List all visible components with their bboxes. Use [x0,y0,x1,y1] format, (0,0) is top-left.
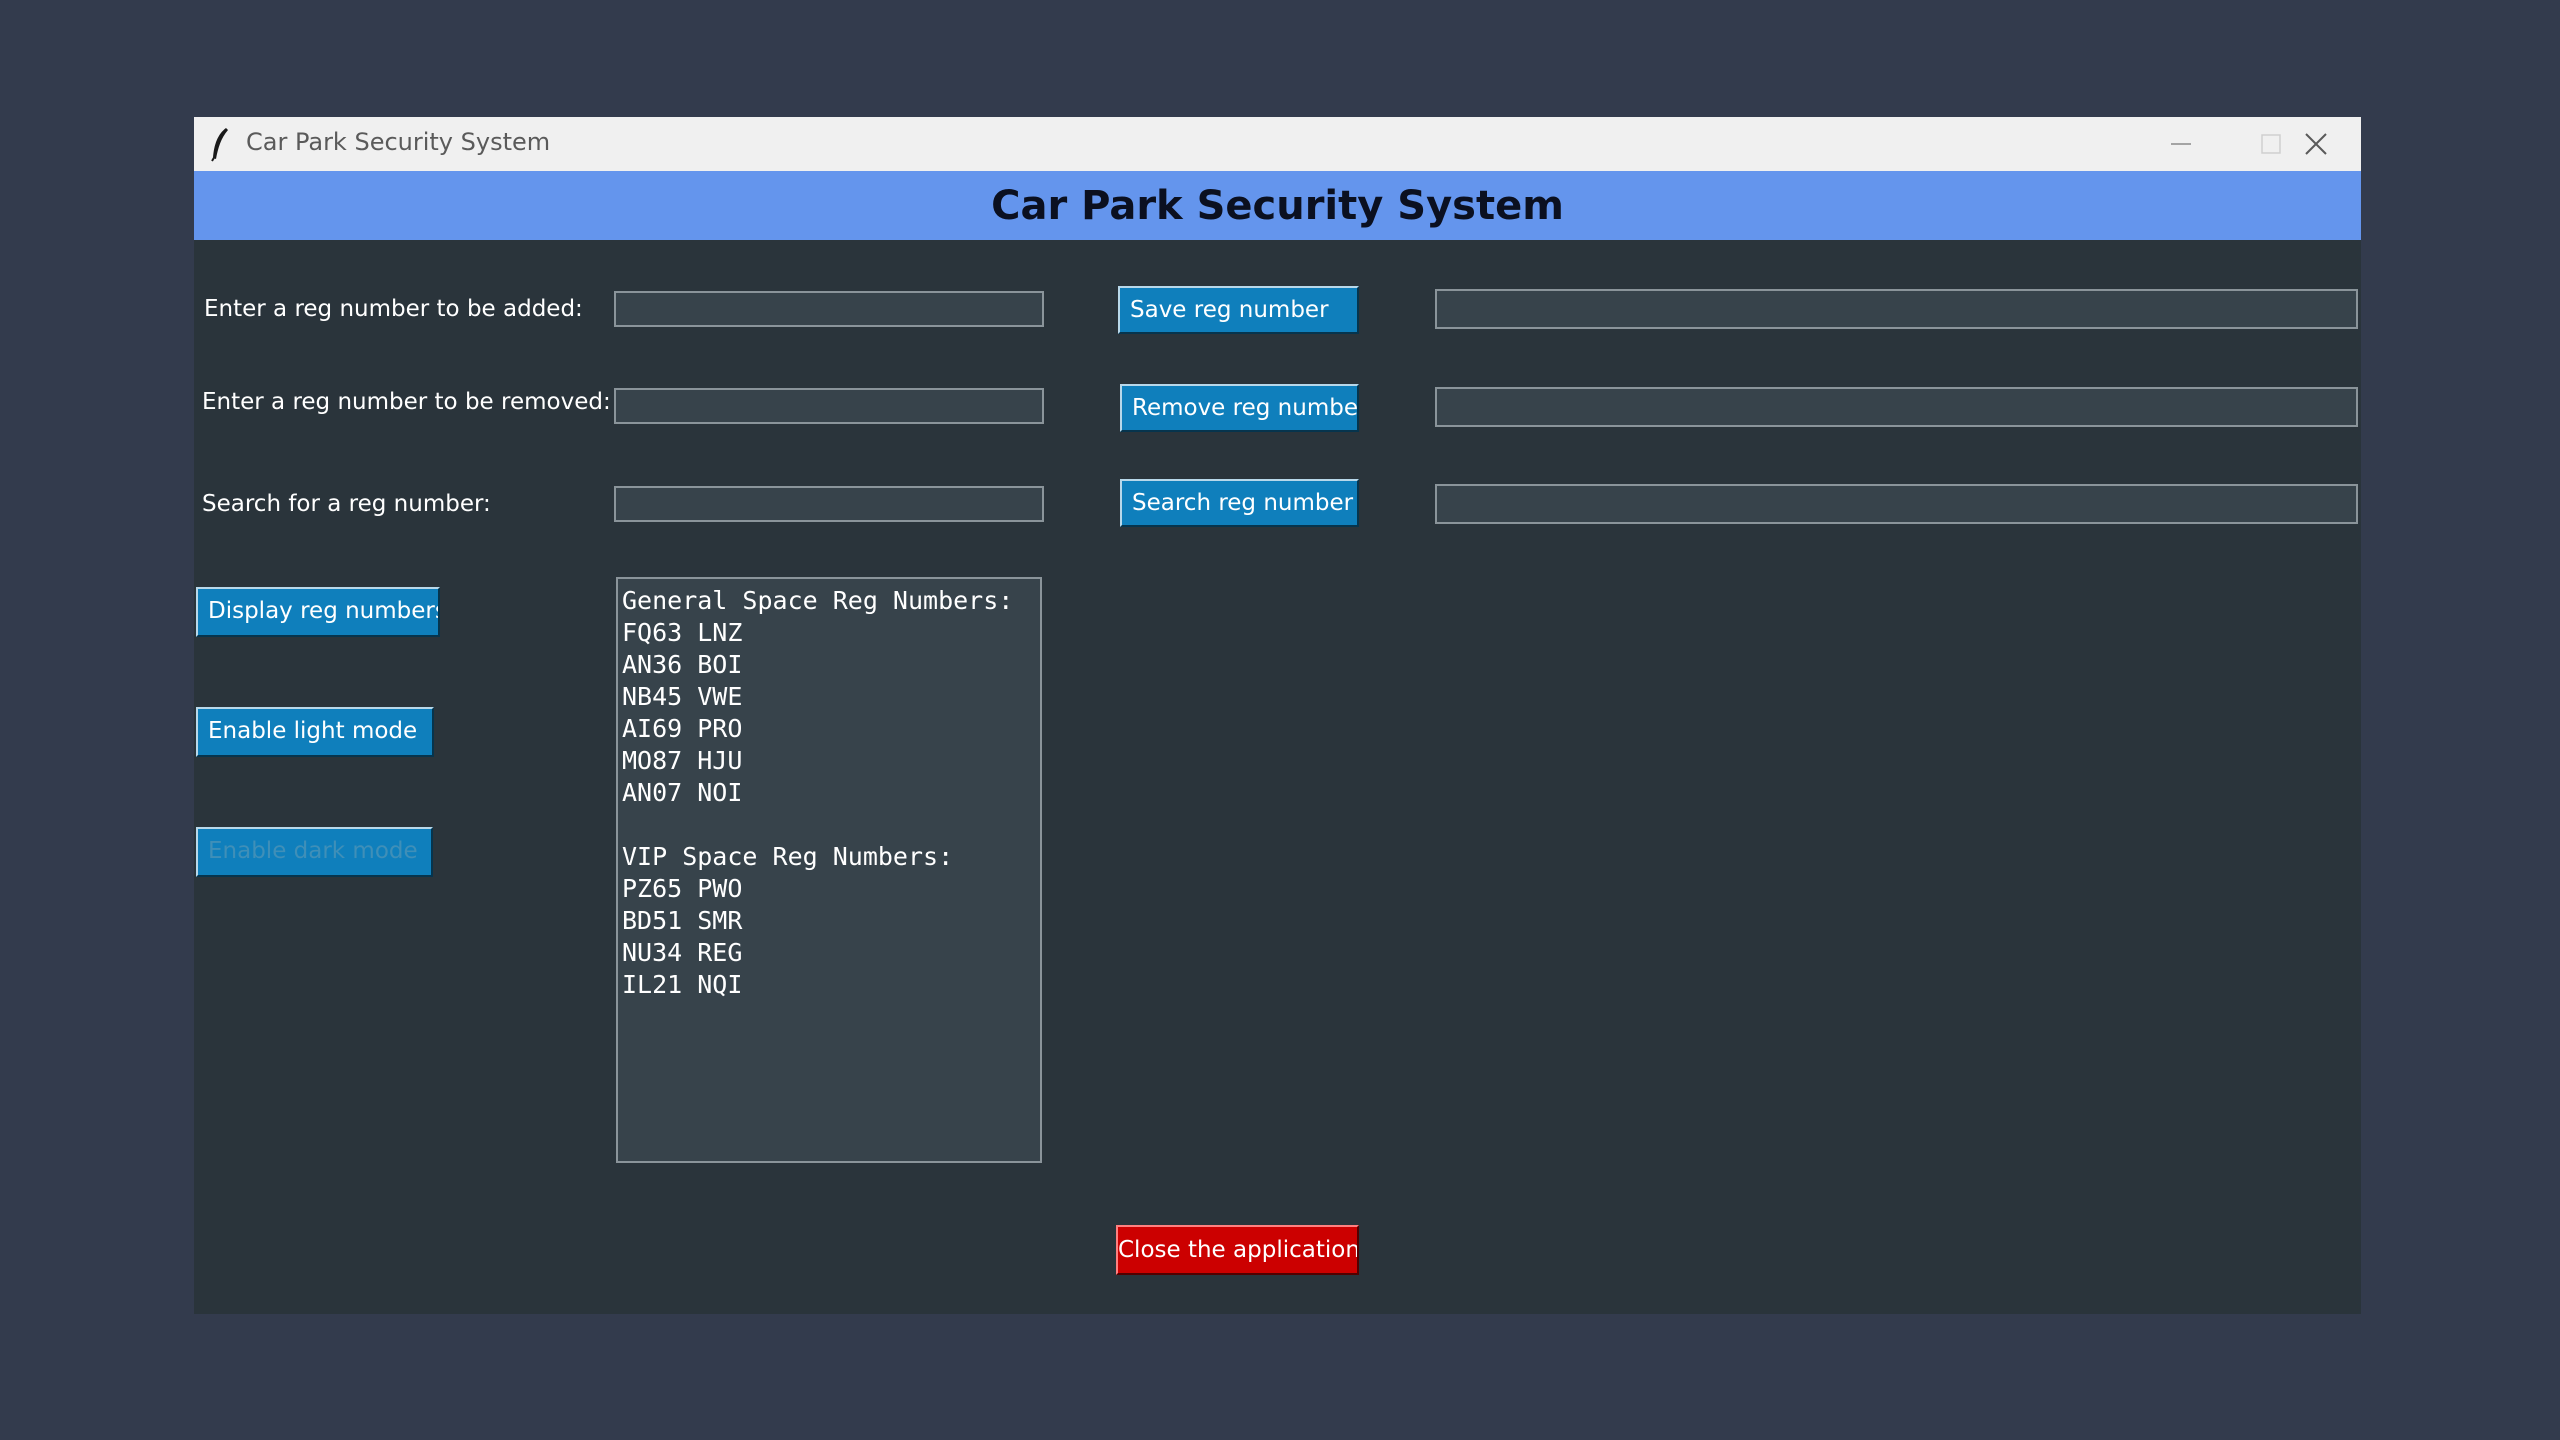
close-icon [2305,133,2327,155]
remove-label: Enter a reg number to be removed: [202,389,611,415]
list-item: AN07 NOI [622,778,743,807]
display-reg-numbers-button[interactable]: Display reg numbers [196,587,440,637]
add-reg-input[interactable] [614,291,1044,327]
close-window-button[interactable] [2271,117,2361,171]
list-item: AN36 BOI [622,650,743,679]
feather-icon [211,128,228,162]
list-item: PZ65 PWO [622,874,743,903]
add-output-field[interactable] [1435,289,2358,329]
remove-reg-input[interactable] [614,388,1044,424]
title-bar[interactable]: Car Park Security System [194,117,2361,171]
minimize-icon [2171,143,2191,145]
app-window: Car Park Security System Car Park Securi… [194,117,2361,1314]
list-item: AI69 PRO [622,714,743,743]
app-heading: Car Park Security System [991,182,1564,229]
dark-mode-button[interactable]: Enable dark mode [196,827,433,877]
app-header: Car Park Security System [194,171,2361,240]
list-item [622,809,1040,841]
list-item: VIP Space Reg Numbers: [622,842,954,871]
save-reg-button[interactable]: Save reg number [1118,286,1359,334]
search-output-field[interactable] [1435,484,2358,524]
search-reg-input[interactable] [614,486,1044,522]
light-mode-button[interactable]: Enable light mode [196,707,434,757]
search-label: Search for a reg number: [202,491,491,517]
reg-numbers-listbox[interactable]: General Space Reg Numbers: FQ63 LNZ AN36… [616,577,1042,1163]
list-item: NB45 VWE [622,682,743,711]
list-item: General Space Reg Numbers: [622,586,1014,615]
close-application-button[interactable]: Close the application [1116,1225,1359,1275]
list-item: FQ63 LNZ [622,618,743,647]
search-reg-button[interactable]: Search reg number [1120,479,1359,527]
list-item: MO87 HJU [622,746,743,775]
list-item: BD51 SMR [622,906,743,935]
window-title: Car Park Security System [246,128,551,156]
remove-reg-button[interactable]: Remove reg number [1120,384,1359,432]
minimize-button[interactable] [2136,117,2226,171]
remove-output-field[interactable] [1435,387,2358,427]
list-item: NU34 REG [622,938,743,967]
add-label: Enter a reg number to be added: [204,296,583,322]
list-item: IL21 NQI [622,970,743,999]
